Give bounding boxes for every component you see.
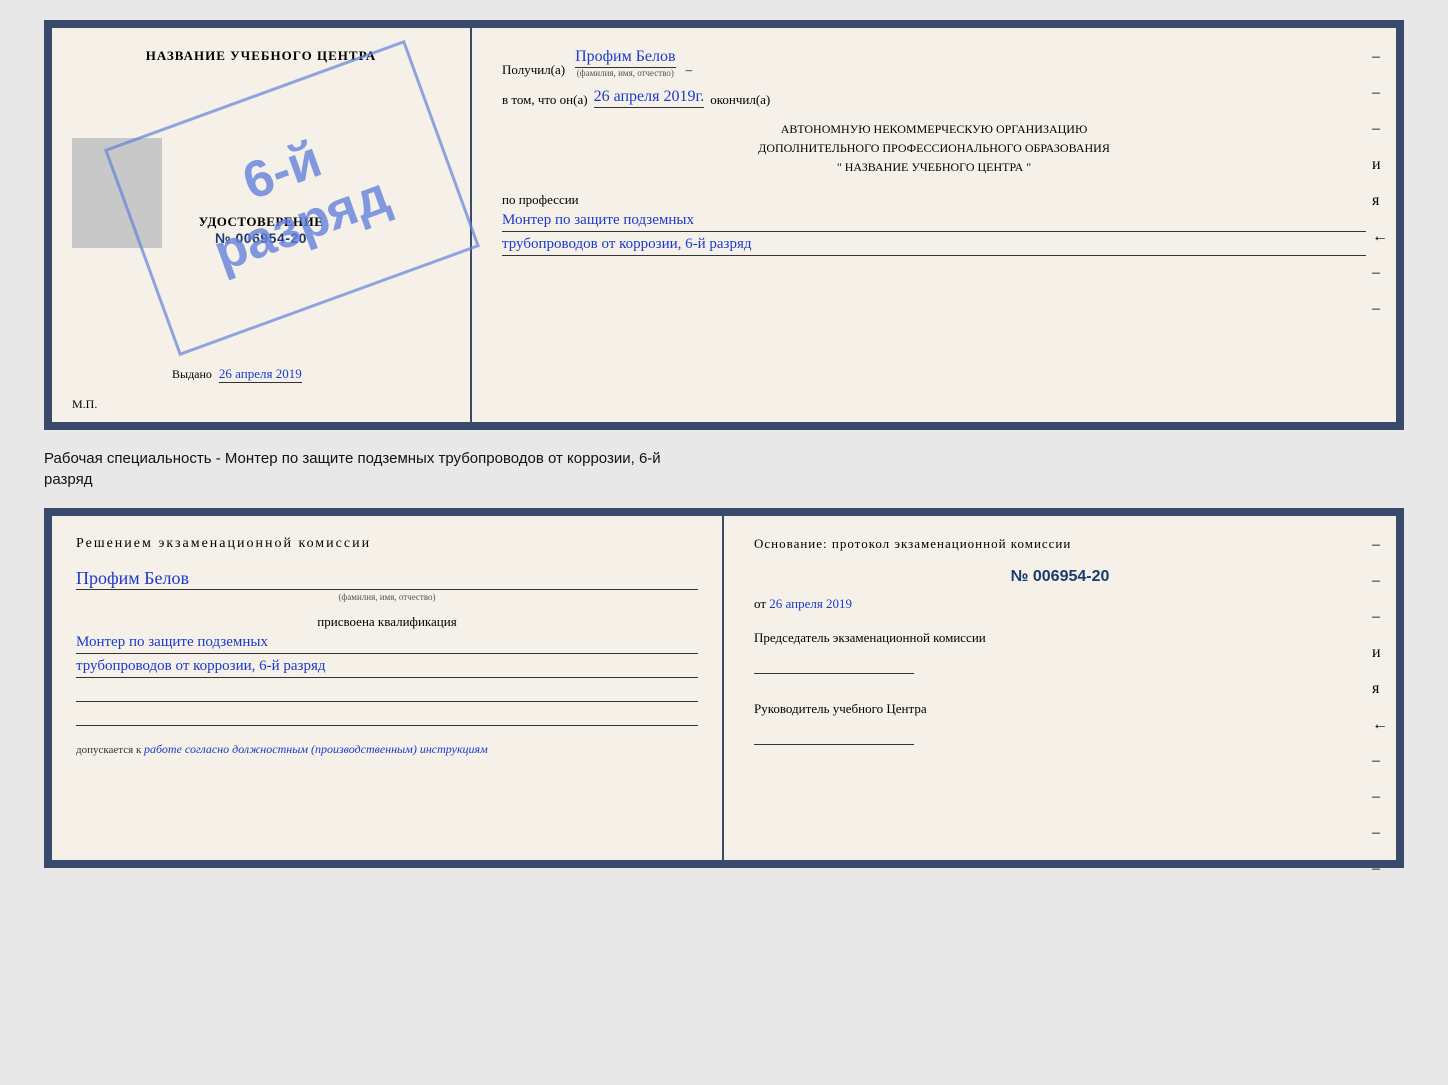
qual-line2: трубопроводов от коррозии, 6-й разряд [76,658,698,678]
dopuskaetsya-text: работе согласно должностным (производств… [144,742,488,756]
ya-b: я [1372,680,1388,698]
arrow-mark: ← [1372,228,1388,246]
vtom-date: 26 апреля 2019г. [594,88,705,108]
dash-b-5: – [1372,788,1388,806]
date-handwritten: 26 апреля 2019 [769,596,852,611]
and-b: и [1372,644,1388,662]
date-prefix: от [754,596,766,611]
rukovoditel-sig-line [754,725,914,745]
dash-mark-2: – [1372,84,1388,102]
cert-left-panel: НАЗВАНИЕ УЧЕБНОГО ЦЕНТРА 6-й разряд УДОС… [52,28,472,422]
bottom-title: Решением экзаменационной комиссии [76,536,698,552]
dash-b-7: – [1372,860,1388,878]
poluchil-label: Получил(а) [502,62,565,78]
ya-mark: я [1372,192,1388,210]
certificate-top: НАЗВАНИЕ УЧЕБНОГО ЦЕНТРА 6-й разряд УДОС… [44,20,1404,430]
dash-b-4: – [1372,752,1388,770]
recipient-name: Профим Белов [575,48,675,68]
rukovoditel-block: Руководитель учебного Центра [754,699,1366,750]
arrow-b: ← [1372,716,1388,734]
right-side-marks: – – – и я ← – – [1372,48,1388,318]
dash-mark-4: – [1372,264,1388,282]
vtom-label: в том, что он(а) [502,92,588,108]
okonchil-label: окончил(а) [710,92,770,108]
cert-bottom-left-panel: Решением экзаменационной комиссии Профим… [52,516,724,860]
predsedatel-sig-line [754,654,914,674]
certificate-bottom: Решением экзаменационной комиссии Профим… [44,508,1404,868]
cert-right-panel: Получил(а) Профим Белов (фамилия, имя, о… [472,28,1396,422]
osnov-label: Основание: протокол экзаменационной коми… [754,536,1366,552]
diagonal-stamp: 6-й разряд [104,40,480,356]
dash-b-6: – [1372,824,1388,842]
and-mark: и [1372,156,1388,174]
dash-1: – [686,62,693,78]
dash-b-2: – [1372,572,1388,590]
cert-bottom-right-panel: Основание: протокол экзаменационной коми… [724,516,1396,860]
rukovoditel-label: Руководитель учебного Центра [754,701,927,716]
prisvoena-label: присвоена квалификация [76,614,698,630]
dash-b-1: – [1372,536,1388,554]
dopuskaetsya-label: допускается к [76,744,141,756]
org-line1: АВТОНОМНУЮ НЕКОММЕРЧЕСКУЮ ОРГАНИЗАЦИЮ [512,120,1356,139]
middle-text-line2: разряд [44,469,1404,490]
org-line2: ДОПОЛНИТЕЛЬНОГО ПРОФЕССИОНАЛЬНОГО ОБРАЗО… [512,139,1356,158]
stamp-text: 6-й разряд [187,113,397,283]
bottom-name-subtext: (фамилия, имя, отчество) [76,592,698,602]
sig-line-2 [76,708,698,726]
poluchil-row: Получил(а) Профим Белов (фамилия, имя, о… [502,48,1366,78]
qual-line1: Монтер по защите подземных [76,634,698,654]
cert-mp: М.П. [72,397,97,412]
org-line3: " НАЗВАНИЕ УЧЕБНОГО ЦЕНТРА " [512,158,1356,177]
profession-line2: трубопроводов от коррозии, 6-й разряд [502,236,1366,256]
cert-vydano: Выдано 26 апреля 2019 [172,366,306,382]
cert-vydano-date: 26 апреля 2019 [219,366,302,383]
middle-text-block: Рабочая специальность - Монтер по защите… [44,442,1404,496]
profession-label: по профессии [502,192,1366,208]
dash-mark-5: – [1372,300,1388,318]
osnov-number: № 006954-20 [754,568,1366,586]
predsedatel-block: Председатель экзаменационной комиссии [754,628,1366,679]
dash-mark-1: – [1372,48,1388,66]
vtom-row: в том, что он(а) 26 апреля 2019г. окончи… [502,88,1366,108]
dash-b-3: – [1372,608,1388,626]
predsedatel-label: Председатель экзаменационной комиссии [754,630,986,645]
org-block: АВТОНОМНУЮ НЕКОММЕРЧЕСКУЮ ОРГАНИЗАЦИЮ ДО… [502,120,1366,178]
bottom-name: Профим Белов [76,568,698,590]
right-side-marks-bottom: – – – и я ← – – – – [1372,536,1388,878]
dash-mark-3: – [1372,120,1388,138]
profession-line1: Монтер по защите подземных [502,212,1366,232]
sig-line-1 [76,684,698,702]
osnov-date: от 26 апреля 2019 [754,596,1366,612]
middle-text-line1: Рабочая специальность - Монтер по защите… [44,448,1404,469]
name-subtext: (фамилия, имя, отчество) [577,68,674,78]
dopuskaetsya-block: допускается к работе согласно должностны… [76,742,698,757]
